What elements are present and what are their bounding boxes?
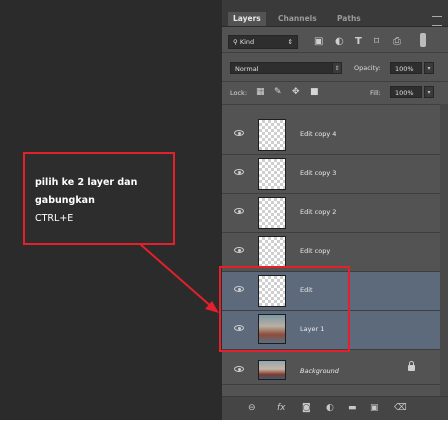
chevron-down-icon[interactable]: ▾ <box>424 62 434 74</box>
kind-label: Kind <box>239 38 255 46</box>
kind-select[interactable]: ⚲ Kind ⇕ <box>228 35 298 49</box>
fill-label: Fill: <box>370 89 381 97</box>
layer-thumbnail <box>258 360 286 380</box>
fill-input[interactable]: 100% <box>390 86 422 98</box>
adjustment-layer-icon[interactable]: ◐ <box>326 403 334 413</box>
panel-tab-bar: Layers Channels Paths <box>222 0 448 27</box>
panel-footer: ⊖ fx ◙ ◐ ▬ ▣ ⌫ <box>222 396 448 421</box>
annotation-line-1: pilih ke 2 layer dan <box>35 177 138 188</box>
lock-image-icon[interactable]: ✎ <box>274 87 282 97</box>
panel-menu-icon[interactable] <box>432 16 442 26</box>
new-group-icon[interactable]: ▬ <box>348 403 357 413</box>
annotation-line-2: gabungkan <box>35 195 95 206</box>
filter-toggle[interactable] <box>420 33 426 47</box>
annotation-callout: pilih ke 2 layer dan gabungkan CTRL+E <box>23 152 175 245</box>
tab-layers[interactable]: Layers <box>228 12 266 26</box>
type-filter-icon[interactable]: T <box>355 37 362 47</box>
eye-icon[interactable] <box>234 247 244 253</box>
chevron-down-icon[interactable]: ⇕ <box>332 62 342 74</box>
layer-name[interactable]: Edit copy <box>300 246 330 256</box>
layer-name[interactable]: Edit copy 2 <box>300 207 336 217</box>
lock-all-icon[interactable]: ■ <box>310 87 319 97</box>
layer-thumbnail <box>258 236 286 268</box>
eye-icon[interactable] <box>234 208 244 214</box>
search-icon: ⚲ <box>233 38 240 46</box>
layer-row[interactable]: Edit copy 2 <box>222 194 448 233</box>
layer-name[interactable]: Background <box>300 366 339 376</box>
blend-mode-select[interactable]: Normal <box>230 62 342 74</box>
lock-label: Lock: <box>230 89 248 97</box>
smart-object-filter-icon[interactable]: ⎙ <box>393 37 401 47</box>
fx-icon[interactable]: fx <box>277 403 286 413</box>
blend-row: Normal ⇕ Opacity: 100% ▾ <box>222 53 448 82</box>
eye-icon[interactable] <box>234 169 244 175</box>
annotation-line-3: CTRL+E <box>35 213 74 224</box>
eye-icon[interactable] <box>234 130 244 136</box>
opacity-label: Opacity: <box>354 64 381 72</box>
lock-position-icon[interactable]: ✥ <box>292 87 300 97</box>
bottom-strip <box>0 420 448 435</box>
layer-mask-icon[interactable]: ◙ <box>302 403 311 413</box>
layer-row-background[interactable]: Background <box>222 358 448 385</box>
tab-paths[interactable]: Paths <box>332 12 366 26</box>
highlight-box <box>219 266 350 352</box>
lock-row: Lock: ▦ ✎ ✥ ■ Fill: 100% ▾ <box>222 82 448 105</box>
layer-thumbnail <box>258 158 286 190</box>
layer-row[interactable]: Edit copy 4 <box>222 116 448 155</box>
scrollbar[interactable] <box>440 104 448 396</box>
shape-filter-icon[interactable]: ⌑ <box>374 37 379 47</box>
image-filter-icon[interactable]: ▣ <box>314 37 323 47</box>
link-layers-icon[interactable]: ⊖ <box>248 403 256 413</box>
layer-thumbnail <box>258 197 286 229</box>
lock-transparent-icon[interactable]: ▦ <box>256 87 265 97</box>
layer-row[interactable]: Edit copy 3 <box>222 155 448 194</box>
layers-panel: Layers Channels Paths ⚲ Kind ⇕ ▣ ◐ T ⌑ ⎙… <box>222 0 448 421</box>
opacity-input[interactable]: 100% <box>390 62 422 74</box>
delete-layer-icon[interactable]: ⌫ <box>394 403 407 413</box>
chevron-down-icon: ⇕ <box>287 38 293 46</box>
lock-icon <box>408 361 415 371</box>
adjustment-filter-icon[interactable]: ◐ <box>335 37 344 47</box>
layer-name[interactable]: Edit copy 4 <box>300 129 336 139</box>
new-layer-icon[interactable]: ▣ <box>370 403 379 413</box>
chevron-down-icon[interactable]: ▾ <box>424 86 434 98</box>
layer-name[interactable]: Edit copy 3 <box>300 168 336 178</box>
filter-row: ⚲ Kind ⇕ ▣ ◐ T ⌑ ⎙ <box>222 27 448 53</box>
eye-icon[interactable] <box>234 366 244 372</box>
layer-thumbnail <box>258 119 286 151</box>
tab-channels[interactable]: Channels <box>273 12 322 26</box>
